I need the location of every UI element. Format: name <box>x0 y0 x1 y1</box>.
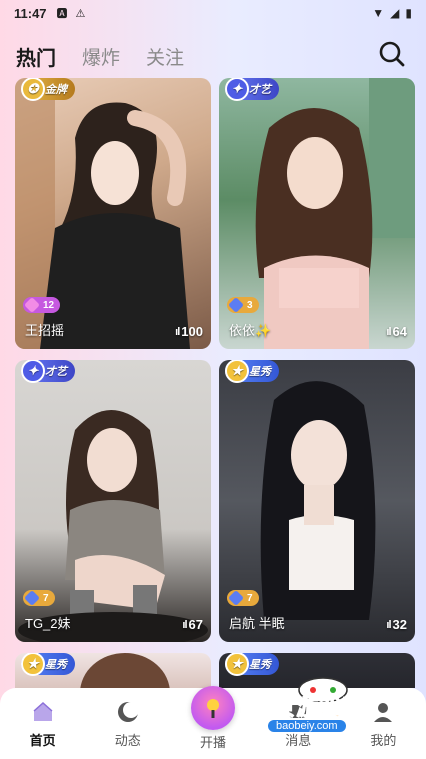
live-room-feed: ✪ 金牌 12 王招摇 ıl 100 ✦ 才艺 3 依依✨ ıl 64 ✦ 才艺… <box>0 78 426 688</box>
live-room-card[interactable]: ★ 星秀 7 启航 半眠 ıl 32 <box>219 360 415 642</box>
status-bar: 11:47 🅰 ⚠ ▼ ◢ ▮ <box>0 0 426 26</box>
level-icon <box>24 297 40 313</box>
viewer-count: ıl 67 <box>182 617 203 632</box>
level-badge: 3 <box>227 297 259 313</box>
star-show-icon: ★ <box>21 653 45 676</box>
level-icon <box>24 590 40 606</box>
category-badge: ✦ 才艺 <box>21 360 75 383</box>
nav-home[interactable]: 首页 <box>0 688 85 759</box>
star-show-icon: ★ <box>225 360 249 383</box>
top-tab-bar: 热门 爆炸 关注 <box>0 36 426 76</box>
viewer-count: ıl 32 <box>386 617 407 632</box>
popularity-icon: ıl <box>175 325 180 338</box>
streamer-name: 王招摇 <box>25 323 65 338</box>
streamer-name: TG_2妹 <box>25 616 71 631</box>
nav-moments[interactable]: 动态 <box>85 688 170 759</box>
wifi-icon: ▼ <box>372 6 385 20</box>
category-badge: ★ 星秀 <box>225 360 279 383</box>
popularity-icon: ıl <box>386 618 391 631</box>
category-badge: ★ 星秀 <box>21 653 75 676</box>
live-room-card[interactable]: ✪ 金牌 12 王招摇 ıl 100 <box>15 78 211 349</box>
moments-icon <box>117 702 139 722</box>
level-icon <box>228 297 244 313</box>
talent-icon: ✦ <box>225 78 249 101</box>
microphone-icon <box>207 699 219 718</box>
search-icon <box>379 41 405 67</box>
site-watermark: 宝贝游戏网 baobeiy.com <box>248 672 398 742</box>
viewer-count: ıl 64 <box>386 324 407 339</box>
search-button[interactable] <box>378 40 410 72</box>
signal-icon: ◢ <box>390 6 400 20</box>
live-room-card[interactable]: ✦ 才艺 3 依依✨ ıl 64 <box>219 78 415 349</box>
level-badge: 12 <box>23 297 61 313</box>
level-icon <box>228 590 244 606</box>
star-show-icon: ★ <box>225 653 249 676</box>
warning-icon: ⚠ <box>75 7 86 20</box>
battery-icon: ▮ <box>405 6 412 20</box>
level-badge: 7 <box>227 590 259 606</box>
popularity-icon: ıl <box>386 325 391 338</box>
live-room-card[interactable]: ★ 星秀 <box>15 653 211 688</box>
nav-go-live[interactable]: 开播 <box>170 686 255 759</box>
tab-hot[interactable]: 热门 <box>16 42 56 71</box>
category-badge: ✦ 才艺 <box>225 78 279 101</box>
popularity-icon: ıl <box>182 618 187 631</box>
streamer-name: 启航 半眠 <box>229 616 285 631</box>
home-icon <box>33 701 53 721</box>
notification-a-icon: 🅰 <box>56 8 68 20</box>
talent-icon: ✦ <box>21 360 45 383</box>
streamer-name: 依依✨ <box>229 323 272 338</box>
live-room-card[interactable]: ✦ 才艺 7 TG_2妹 ıl 67 <box>15 360 211 642</box>
category-badge: ✪ 金牌 <box>21 78 75 101</box>
status-time: 11:47 <box>14 5 47 21</box>
level-badge: 7 <box>23 590 55 606</box>
tab-follow[interactable]: 关注 <box>146 43 184 70</box>
viewer-count: ıl 100 <box>175 324 203 339</box>
go-live-button[interactable] <box>191 686 235 730</box>
medal-icon: ✪ <box>21 78 45 101</box>
tab-explosive[interactable]: 爆炸 <box>82 43 120 70</box>
